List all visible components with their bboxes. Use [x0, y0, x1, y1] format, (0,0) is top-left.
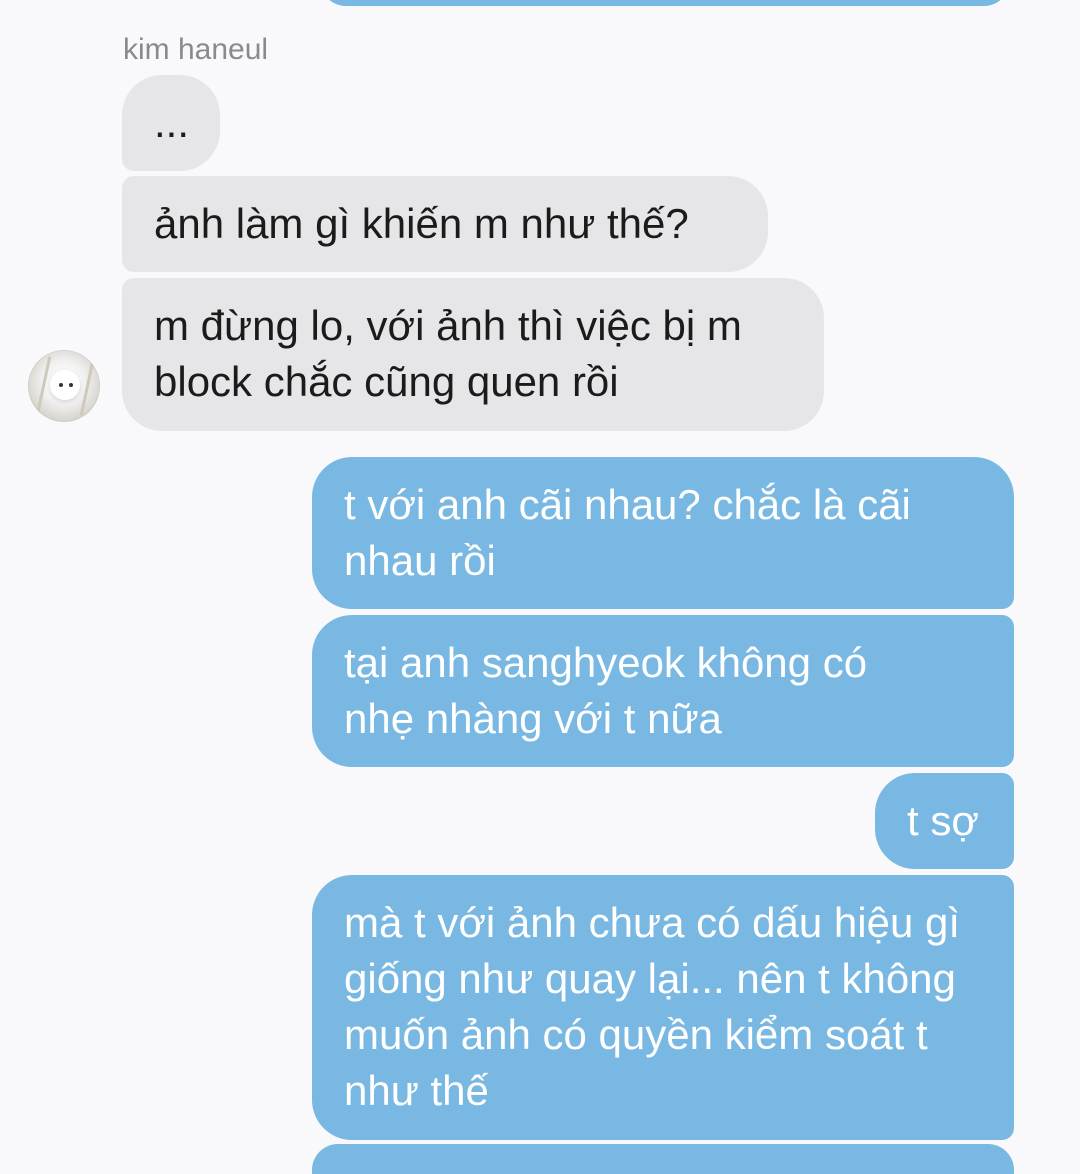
incoming-message-3[interactable]: m đừng lo, với ảnh thì việc bị m block c… [122, 278, 824, 431]
outgoing-message-2[interactable]: tại anh sanghyeok không có nhẹ nhàng với… [312, 615, 1014, 767]
sender-avatar[interactable] [28, 350, 100, 422]
sender-name: kim haneul [123, 33, 269, 66]
dog-avatar-icon [50, 370, 80, 400]
incoming-message-1[interactable]: ... [122, 75, 220, 171]
outgoing-message-4[interactable]: mà t với ảnh chưa có dấu hiệu gì giống n… [312, 875, 1014, 1140]
next-outgoing-bubble-edge[interactable] [312, 1144, 1014, 1174]
previous-outgoing-bubble-edge[interactable] [320, 0, 1010, 6]
outgoing-message-1[interactable]: t với anh cãi nhau? chắc là cãi nhau rồi [312, 457, 1014, 609]
incoming-message-2[interactable]: ảnh làm gì khiến m như thế? [122, 176, 768, 272]
outgoing-message-3[interactable]: t sợ [875, 773, 1014, 869]
chat-thread: kim haneul ... ảnh làm gì khiến m như th… [0, 0, 1080, 1174]
